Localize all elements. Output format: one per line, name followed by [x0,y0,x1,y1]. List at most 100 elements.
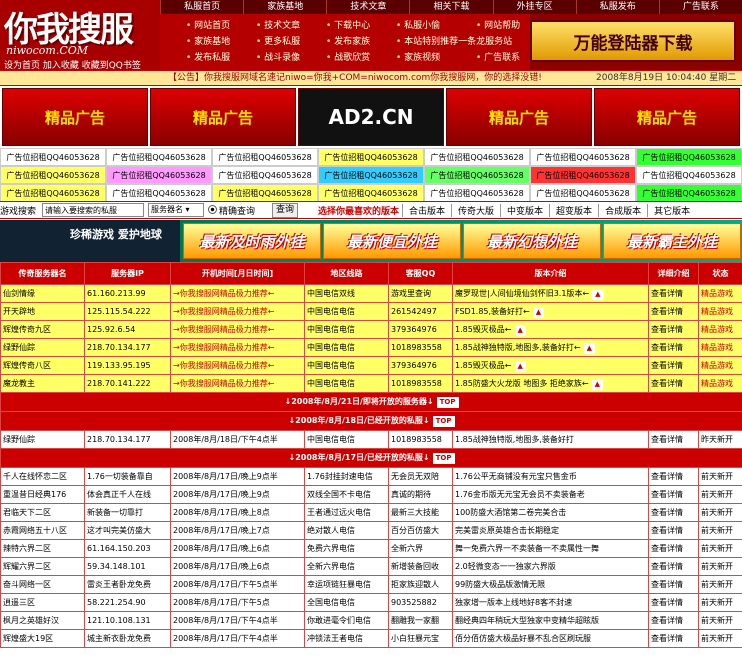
top-icon[interactable]: TOP [432,453,455,464]
logo-links[interactable]: 设为首页 加入收藏 收藏到QQ书签 [4,58,141,70]
top-icon[interactable]: TOP [436,397,459,408]
subnav-item[interactable]: 发布私服 [186,50,230,66]
table-cell[interactable]: 查看详情 [648,629,699,648]
table-row[interactable]: 枫月之英雄好汉 121.10.108.131 2008年/8月/17日/下午4点半你… [0,611,742,630]
table-row[interactable]: 绿野仙踪 218.70.134.177 2008年/8月/18日/下午4点半 中国电信… [0,430,742,449]
ad-cell[interactable]: 广告位招租QQ46053628 [0,184,106,202]
table-cell[interactable]: 辉煌传奇九区 [0,320,85,339]
topnav-item[interactable]: 私服发布 [575,0,659,14]
subnav-item[interactable]: 技术文章 [256,18,300,34]
table-cell[interactable]: 重温昔日经典176 [0,485,85,504]
search-input[interactable] [42,203,144,217]
table-cell[interactable]: 绿野仙踪 [0,430,85,449]
ad-cell[interactable]: 广告位招租QQ46053628 [636,166,742,184]
ad-cell[interactable]: 广告位招租QQ46053628 [530,148,636,166]
table-cell[interactable]: 奋斗网络一区 [0,575,85,594]
subnav-item[interactable]: 网站帮助 [476,18,520,34]
table-cell[interactable]: 查看详情 [648,485,699,504]
table-cell[interactable]: 查看详情 [648,320,699,339]
table-cell[interactable]: 辉煌传奇八区 [0,356,85,375]
ad-cell[interactable]: 广告位招租QQ46053628 [0,148,106,166]
topnav-item[interactable]: 家族基地 [243,0,326,14]
promo-banner[interactable]: 最新霸主外挂 [603,223,741,259]
table-cell[interactable]: 查看详情 [648,338,699,357]
topnav-item[interactable]: 广告联系 [658,0,742,14]
table-cell[interactable]: 查看详情 [648,374,699,393]
ad-cell[interactable]: 广告位招租QQ46053628 [0,166,106,184]
ad-cell[interactable]: 广告位招租QQ46053628 [318,166,424,184]
table-cell[interactable]: 查看详情 [648,284,699,303]
version-link[interactable]: 其它版本 [647,204,696,217]
ad-cell[interactable]: 广告位招租QQ46053628 [212,148,318,166]
table-row[interactable]: 君临天下二区 新装备一切靠打 2008年/8月/17日/晚上8点 王者通过远火电信 最新… [0,503,742,522]
version-link[interactable]: 中变版本 [500,204,549,217]
subnav-item[interactable]: 网站首页 [186,18,230,34]
table-cell[interactable]: 枫月之英雄好汉 [0,611,85,630]
search-button[interactable]: 查询 [272,203,298,218]
table-row[interactable]: 辉煌传奇九区 125.92.6.54 →你我搜服网精品极力推荐← 中国电信电信 3793… [0,320,742,339]
version-link[interactable]: 超变版本 [549,204,598,217]
table-cell[interactable]: 绿野仙踪 [0,338,85,357]
table-cell[interactable]: 辉耀六界二区 [0,557,85,576]
table-row[interactable]: 辣特六界二区 61.164.150.203 2008年/8月/17日/晚上6点 免费六… [0,539,742,558]
topnav-item[interactable]: 技术文章 [326,0,409,14]
table-cell[interactable]: 查看详情 [648,430,699,449]
top-icon[interactable]: TOP [432,416,455,427]
table-cell[interactable]: 查看详情 [648,557,699,576]
ad-cell[interactable]: 广告位招租QQ46053628 [318,184,424,202]
table-row[interactable]: 绿野仙踪 218.70.134.177 →你我搜服网精品极力推荐← 中国电信电信 101… [0,338,742,357]
table-cell[interactable]: 查看详情 [648,503,699,522]
ad-cell[interactable]: 广告位招租QQ46053628 [424,166,530,184]
table-row[interactable]: 千人在线怀恋二区 1.76一切装备靠自 2008年/8月/17日/晚上9点半 1.76… [0,467,742,486]
ad-cell[interactable]: 广告位招租QQ46053628 [530,184,636,202]
table-row[interactable]: 逍遥三区 58.221.254.90 2008年/8月/17日/下午5点 全国电信电信… [0,593,742,612]
table-cell[interactable]: 赤霞网络五十八区 [0,521,85,540]
table-row[interactable]: 辉煌传奇八区 119.133.95.195 →你我搜服网精品极力推荐← 中国电信电信 3… [0,356,742,375]
table-row[interactable]: 仙剑情缘 61.160.213.99 →你我搜服网精品极力推荐← 中国电信双线 游戏里查… [0,284,742,303]
ad-cell[interactable]: 广告位招租QQ46053628 [424,148,530,166]
promo-banner[interactable]: 最新幻想外挂 [463,223,601,259]
table-row[interactable]: 魔龙教主 218.70.141.222 →你我搜服网精品极力推荐← 中国电信电信 101… [0,374,742,393]
ad-banner[interactable]: AD2.CN [298,88,444,146]
ad-cell[interactable]: 广告位招租QQ46053628 [636,148,742,166]
exact-radio[interactable] [208,205,217,214]
version-link[interactable]: 合击版本 [402,204,451,217]
promo-banner[interactable]: 最新便宜外挂 [323,223,461,259]
table-cell[interactable]: 查看详情 [648,521,699,540]
table-cell[interactable]: 查看详情 [648,302,699,321]
table-cell[interactable]: 查看详情 [648,575,699,594]
ad-cell[interactable]: 广告位招租QQ46053628 [530,166,636,184]
table-cell[interactable]: 查看详情 [648,356,699,375]
ad-cell[interactable]: 广告位招租QQ46053628 [106,148,212,166]
table-cell[interactable]: 辣特六界二区 [0,539,85,558]
ad-banner[interactable]: 精品广告 [594,88,740,146]
logo[interactable]: 你我搜服 niwocom.COM 设为首页 加入收藏 收藏到QQ书签 [0,0,160,70]
table-row[interactable]: 辉耀六界二区 59.34.148.101 2008年/8月/17日/晚上6点 全新六界… [0,557,742,576]
subnav-item[interactable]: 广告联系 [476,50,520,66]
subnav-item[interactable]: 更多私服 [256,34,300,50]
subnav-item[interactable]: 下载中心 [326,18,370,34]
subnav-item[interactable]: 战歌欣赏 [326,50,370,66]
version-link[interactable]: 传奇大版 [451,204,500,217]
table-row[interactable]: 奋斗网络一区 雷炎王者卧龙免费 2008年/8月/17日/下午5点半 幸运项链狂暴电信… [0,575,742,594]
promo-banner[interactable]: 最新及时雨外挂 [183,223,321,259]
ad-cell[interactable]: 广告位招租QQ46053628 [106,166,212,184]
topnav-item[interactable]: 相关下载 [409,0,492,14]
table-row[interactable]: 重温昔日经典176 体会真正千人在线 2008年/8月/17日/晚上9点 双线全国不卡… [0,485,742,504]
topnav-item[interactable]: 外挂专区 [492,0,576,14]
table-cell[interactable]: 开天辟地 [0,302,85,321]
table-cell[interactable]: 千人在线怀恋二区 [0,467,85,486]
table-cell[interactable]: 辉煌盛大19区 [0,629,85,648]
ad-cell[interactable]: 广告位招租QQ46053628 [106,184,212,202]
table-row[interactable]: 辉煌盛大19区 城主新衣卧龙免费 2008年/8月/17日/下午4点半 冲锁法王者电信… [0,629,742,648]
table-cell[interactable]: 查看详情 [648,593,699,612]
subnav-item[interactable]: 家族基地 [186,34,230,50]
table-cell[interactable]: 查看详情 [648,611,699,630]
table-row[interactable]: 赤霞网络五十八区 这才叫完美仿盛大 2008年/8月/17日/晚上7点 绝对散人电信百… [0,521,742,540]
server-type-select[interactable]: 服务器名 ▾ [148,203,204,217]
ad-cell[interactable]: 广告位招租QQ46053628 [424,184,530,202]
ad-cell[interactable]: 广告位招租QQ46053628 [318,148,424,166]
subnav-item[interactable]: 战斗录像 [256,50,300,66]
ad-banner[interactable]: 精品广告 [2,88,148,146]
table-cell[interactable]: 查看详情 [648,539,699,558]
